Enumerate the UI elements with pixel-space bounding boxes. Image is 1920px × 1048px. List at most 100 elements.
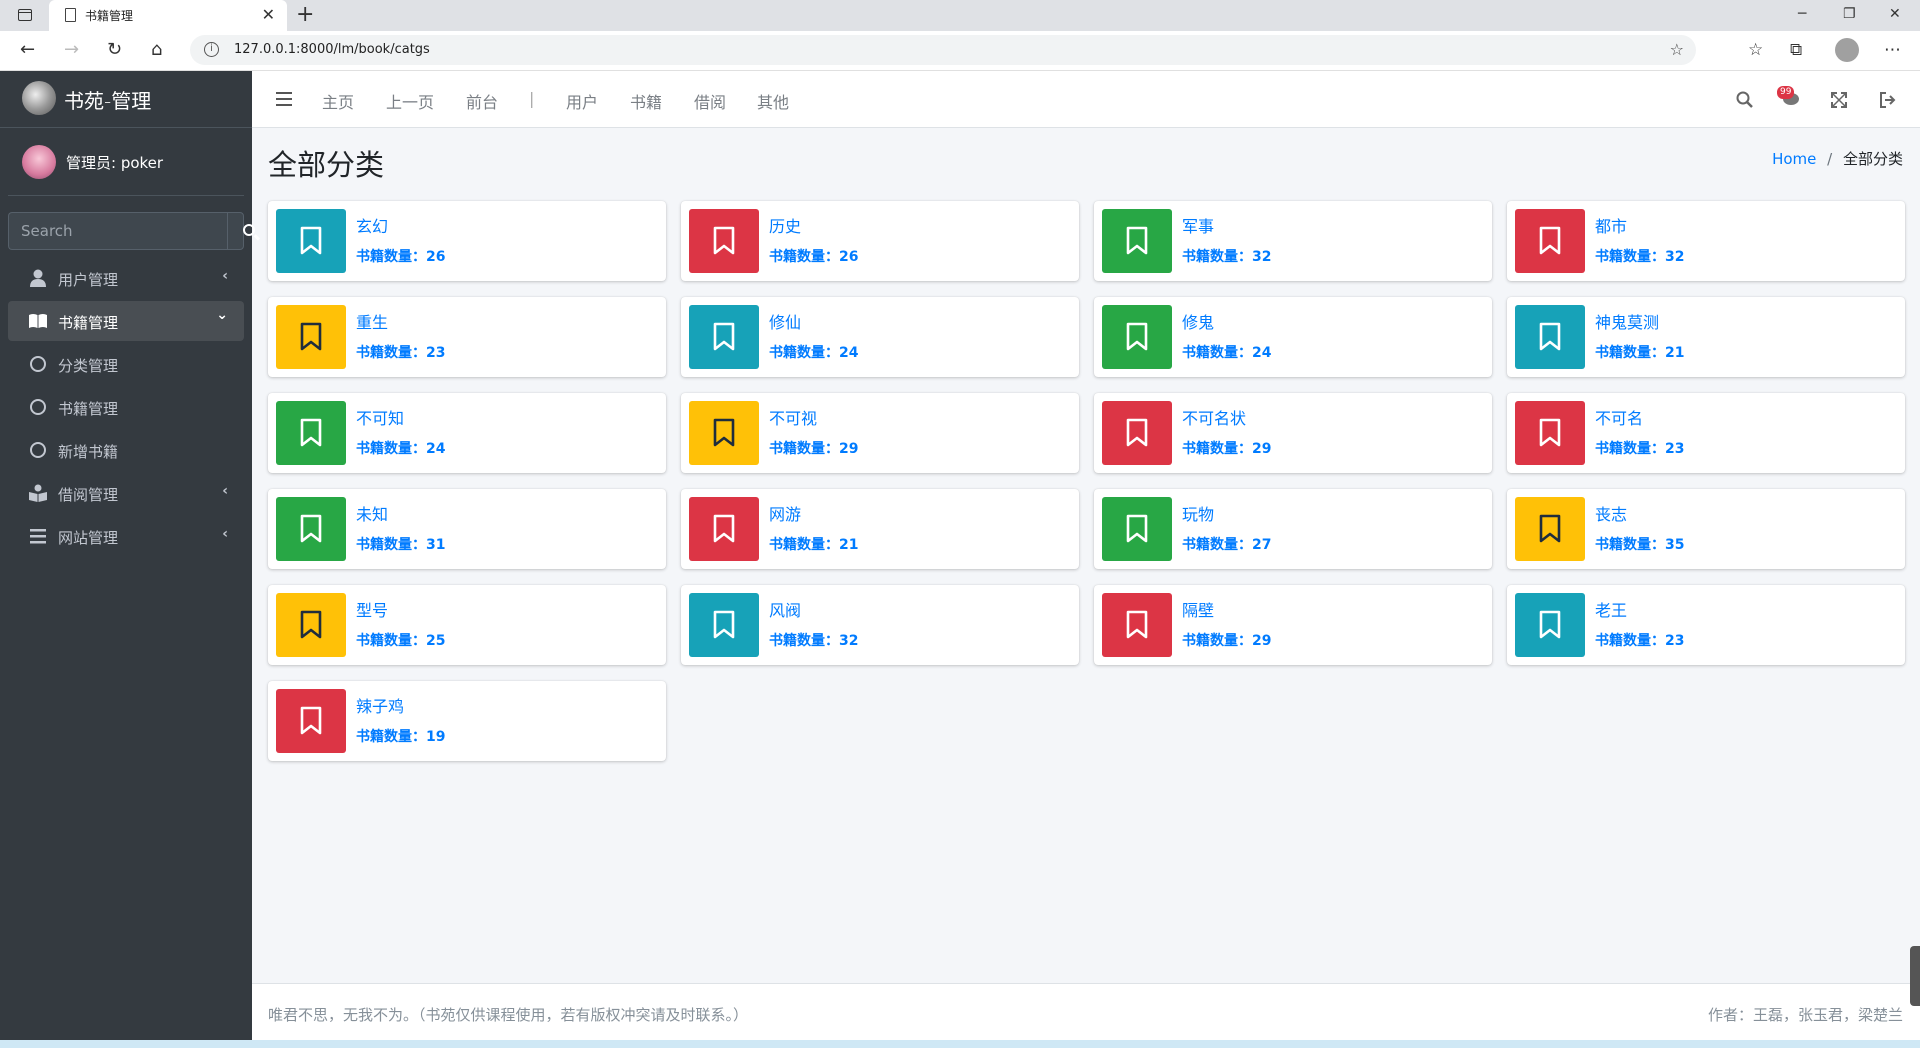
nav-other[interactable]: 其他 — [757, 89, 789, 113]
url-text[interactable]: 127.0.0.1:8000/lm/book/catgs — [234, 42, 430, 57]
category-card[interactable]: 风阀 书籍数量：32 — [681, 585, 1079, 665]
category-card[interactable]: 都市 书籍数量：32 — [1507, 201, 1905, 281]
category-name[interactable]: 未知 — [356, 501, 388, 525]
bookmark-icon — [1126, 514, 1148, 543]
category-name[interactable]: 隔壁 — [1182, 597, 1214, 621]
category-card[interactable]: 修仙书籍数量：24 — [681, 297, 1079, 377]
restore-button[interactable]: ❐ — [1843, 6, 1856, 22]
category-card[interactable]: 网游 书籍数量：21 — [681, 489, 1079, 569]
hamburger-menu-icon[interactable] — [276, 92, 292, 106]
search-icon[interactable] — [1736, 91, 1754, 109]
category-card[interactable]: 丧志 书籍数量：35 — [1507, 489, 1905, 569]
profile-avatar[interactable] — [1835, 38, 1859, 62]
category-name[interactable]: 辣子鸡 — [356, 693, 404, 717]
category-card[interactable]: 型号 书籍数量：25 — [268, 585, 666, 665]
breadcrumb-home[interactable]: Home — [1772, 150, 1816, 168]
category-card[interactable]: 不可名状 书籍数量：29 — [1094, 393, 1492, 473]
collections-icon[interactable]: ⧉ — [1790, 40, 1802, 60]
home-icon[interactable]: ⌂ — [151, 39, 162, 60]
search-icon — [243, 224, 255, 236]
sidebar-item-site-management[interactable]: 网站管理 ‹ — [8, 516, 244, 556]
bookmark-icon — [1126, 610, 1148, 639]
category-icon-box — [276, 305, 346, 369]
back-arrow-icon[interactable]: ← — [20, 39, 35, 60]
category-card[interactable]: 玩物 书籍数量：27 — [1094, 489, 1492, 569]
breadcrumb-current: 全部分类 — [1842, 150, 1903, 168]
sidebar-search-button[interactable] — [227, 212, 255, 250]
favorite-star-icon[interactable]: ☆ — [1670, 40, 1684, 59]
category-name[interactable]: 网游 — [769, 501, 801, 525]
sidebar-item-add-book[interactable]: 新增书籍 — [8, 430, 244, 470]
bookmark-icon — [1539, 226, 1561, 255]
tab-close-icon[interactable]: ✕ — [262, 5, 275, 24]
category-card[interactable]: 不可知 书籍数量：24 — [268, 393, 666, 473]
brand-link[interactable]: 书苑-管理 — [0, 71, 252, 128]
close-window-button[interactable]: ✕ — [1889, 6, 1901, 22]
forward-arrow-icon[interactable]: → — [64, 39, 79, 60]
category-name[interactable]: 风阀 — [769, 597, 801, 621]
nav-divider: | — [529, 89, 535, 108]
category-name[interactable]: 型号 — [356, 597, 388, 621]
sidebar-item-user-management[interactable]: 用户管理 ‹ — [8, 258, 244, 298]
category-name[interactable]: 老王 — [1595, 597, 1627, 621]
category-card[interactable]: 辣子鸡书籍数量：19 — [268, 681, 666, 761]
category-name[interactable]: 历史 — [769, 213, 801, 237]
nav-borrow[interactable]: 借阅 — [694, 89, 726, 113]
category-name[interactable]: 玩物 — [1182, 501, 1214, 525]
favorites-icon[interactable]: ☆ — [1748, 40, 1763, 60]
category-name[interactable]: 重生 — [356, 309, 388, 333]
sidebar-item-category-management[interactable]: 分类管理 — [8, 344, 244, 384]
logout-icon[interactable] — [1879, 91, 1897, 109]
page-icon — [65, 8, 76, 22]
minimize-button[interactable]: ─ — [1798, 6, 1806, 22]
category-card[interactable]: 历史 书籍数量：26 — [681, 201, 1079, 281]
category-name[interactable]: 修鬼 — [1182, 309, 1214, 333]
category-name[interactable]: 玄幻 — [356, 213, 388, 237]
category-card[interactable]: 军事书籍数量：32 — [1094, 201, 1492, 281]
category-name[interactable]: 丧志 — [1595, 501, 1627, 525]
category-name[interactable]: 都市 — [1595, 213, 1627, 237]
category-name[interactable]: 不可名 — [1595, 405, 1643, 429]
sidebar-item-borrow-management[interactable]: 借阅管理 ‹ — [8, 473, 244, 513]
category-icon-box — [689, 401, 759, 465]
category-book-count: 书籍数量：19 — [356, 729, 446, 745]
user-name[interactable]: 管理员: poker — [66, 152, 163, 173]
category-name[interactable]: 不可名状 — [1182, 405, 1246, 429]
book-open-icon — [29, 314, 47, 328]
sidebar-search-input[interactable] — [8, 212, 227, 250]
category-name[interactable]: 不可视 — [769, 405, 817, 429]
nav-previous[interactable]: 上一页 — [386, 89, 434, 113]
user-avatar[interactable] — [22, 145, 56, 179]
category-card[interactable]: 神鬼莫测 书籍数量：21 — [1507, 297, 1905, 377]
url-field[interactable]: i 127.0.0.1:8000/lm/book/catgs ☆ — [190, 35, 1696, 65]
info-icon[interactable]: i — [204, 42, 219, 57]
browser-tab[interactable]: 书籍管理 ✕ — [49, 0, 287, 31]
category-card[interactable]: 隔壁 书籍数量：29 — [1094, 585, 1492, 665]
category-book-count: 书籍数量：32 — [1182, 249, 1272, 265]
new-tab-button[interactable]: + — [296, 2, 314, 27]
category-card[interactable]: 不可名 书籍数量：23 — [1507, 393, 1905, 473]
nav-users[interactable]: 用户 — [566, 89, 598, 113]
nav-home[interactable]: 主页 — [322, 89, 354, 113]
nav-books[interactable]: 书籍 — [630, 89, 662, 113]
category-card[interactable]: 修鬼 书籍数量：24 — [1094, 297, 1492, 377]
bookmark-icon — [300, 418, 322, 447]
category-book-count: 书籍数量：24 — [769, 345, 859, 361]
reload-icon[interactable]: ↻ — [107, 39, 122, 60]
more-options-icon[interactable]: ⋯ — [1884, 40, 1901, 60]
bookmark-icon — [1539, 418, 1561, 447]
category-card[interactable]: 未知 书籍数量：31 — [268, 489, 666, 569]
category-card[interactable]: 重生 书籍数量：23 — [268, 297, 666, 377]
sidebar-item-book-management[interactable]: 书籍管理 ⌄ — [8, 301, 244, 341]
category-name[interactable]: 不可知 — [356, 405, 404, 429]
category-card[interactable]: 玄幻 书籍数量：26 — [268, 201, 666, 281]
sidebar-item-books[interactable]: 书籍管理 — [8, 387, 244, 427]
category-card[interactable]: 老王 书籍数量：23 — [1507, 585, 1905, 665]
category-name[interactable]: 军事 — [1182, 213, 1214, 237]
category-name[interactable]: 神鬼莫测 — [1595, 309, 1659, 333]
category-card[interactable]: 不可视 书籍数量：29 — [681, 393, 1079, 473]
window-menu-icon[interactable] — [18, 9, 32, 21]
nav-frontend[interactable]: 前台 — [466, 89, 498, 113]
category-name[interactable]: 修仙 — [769, 309, 801, 333]
fullscreen-icon[interactable] — [1830, 91, 1848, 109]
